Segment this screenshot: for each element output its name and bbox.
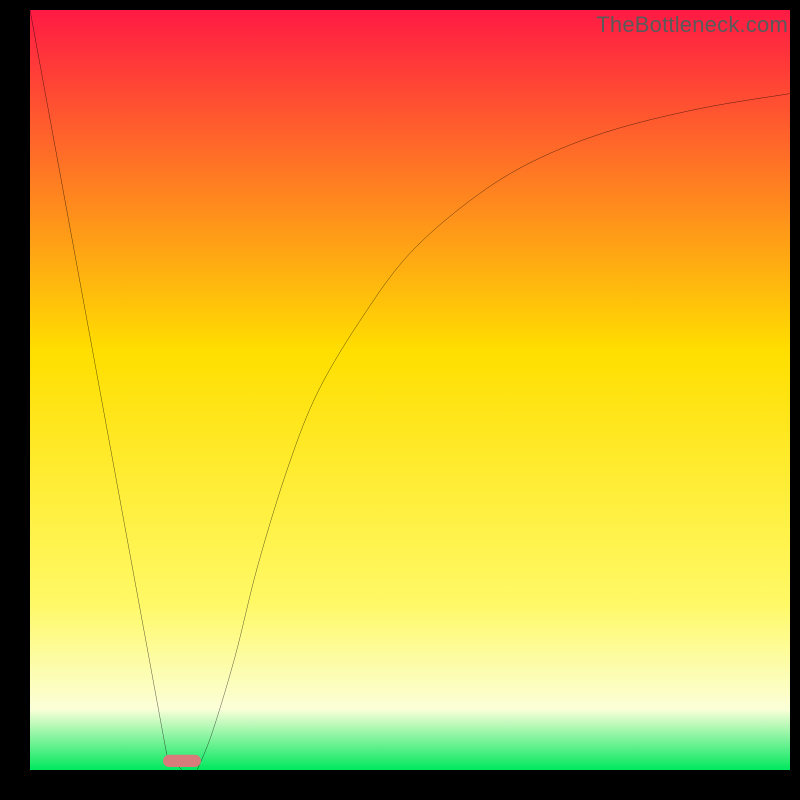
chart-svg (30, 10, 790, 770)
gradient-rect (30, 10, 790, 770)
minimum-marker (163, 755, 201, 767)
watermark-text: TheBottleneck.com (596, 12, 788, 38)
chart-frame (30, 10, 790, 770)
